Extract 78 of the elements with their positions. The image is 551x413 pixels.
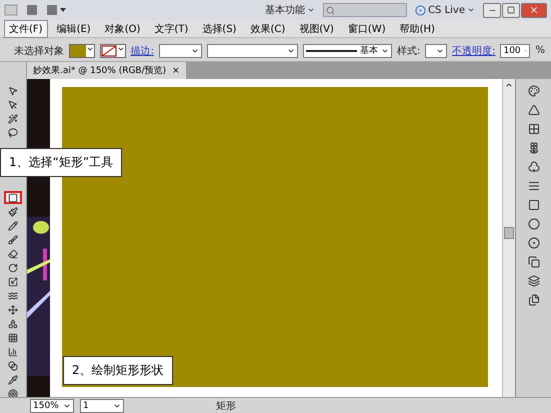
menu-item[interactable]: 文件(F) bbox=[4, 20, 48, 38]
stroke-weight-field[interactable] bbox=[159, 44, 202, 58]
rect-tool[interactable] bbox=[4, 191, 22, 204]
rotate-icon bbox=[8, 262, 18, 272]
caret-icon bbox=[307, 6, 316, 14]
selection-label: 未选择对象 bbox=[14, 44, 64, 58]
page-field[interactable]: 1 bbox=[80, 398, 124, 412]
minimize-button[interactable] bbox=[483, 2, 501, 18]
callout: 1、选择“矩形”工具 bbox=[0, 148, 122, 177]
menu-item[interactable]: 编辑(E) bbox=[52, 20, 96, 38]
percent-label: % bbox=[535, 45, 545, 56]
shapes-icon bbox=[8, 318, 18, 328]
caret-icon bbox=[467, 6, 475, 14]
status-tool-label: 矩形 bbox=[216, 400, 236, 412]
menu-item[interactable]: 视图(V) bbox=[294, 20, 339, 38]
palette-icon[interactable] bbox=[528, 85, 540, 97]
menu-item[interactable]: 效果(C) bbox=[245, 20, 290, 38]
style-dropdown[interactable] bbox=[425, 44, 448, 58]
menu-item[interactable]: 选择(S) bbox=[197, 20, 242, 38]
brush-dropdown[interactable]: 基本 bbox=[303, 44, 392, 58]
circle-icon[interactable] bbox=[528, 218, 540, 230]
variable-width-dropdown[interactable] bbox=[207, 44, 298, 58]
flower-icon[interactable] bbox=[528, 142, 540, 154]
brush-icon bbox=[8, 234, 18, 244]
no-stroke-icon bbox=[100, 44, 117, 56]
layers-icon[interactable] bbox=[528, 275, 540, 287]
search-field[interactable] bbox=[323, 3, 408, 17]
move-icon bbox=[8, 304, 18, 314]
ring-icon bbox=[415, 4, 426, 16]
menu-item[interactable]: 对象(O) bbox=[100, 20, 146, 38]
menu-item[interactable]: 帮助(H) bbox=[394, 20, 440, 38]
tab-close[interactable]: × bbox=[172, 66, 180, 76]
close-button[interactable] bbox=[521, 2, 547, 18]
rectangle-icon bbox=[8, 192, 18, 202]
lasso-icon bbox=[8, 128, 18, 138]
maximize-icon bbox=[507, 6, 515, 14]
opacity-field[interactable]: 100 bbox=[500, 44, 530, 58]
scroll-up-icon[interactable] bbox=[505, 81, 513, 89]
arrange-icon[interactable] bbox=[46, 4, 66, 16]
document-tab[interactable]: 妙效果.ai* @ 150% (RGB/预览) × bbox=[27, 62, 186, 79]
style-label: 样式: bbox=[396, 44, 420, 58]
lines-icon[interactable] bbox=[528, 180, 540, 192]
workspace-dropdown[interactable]: 基本功能 bbox=[265, 3, 316, 17]
triangle-icon[interactable] bbox=[528, 104, 540, 116]
stroke-swatch[interactable] bbox=[100, 44, 126, 58]
cs-live-button[interactable]: CS Live bbox=[415, 4, 475, 16]
scroll-thumb[interactable] bbox=[504, 227, 514, 239]
bar-chart-icon bbox=[8, 346, 18, 356]
fill-swatch[interactable] bbox=[69, 44, 95, 58]
stroke-link[interactable]: 描边: bbox=[130, 44, 154, 58]
waves-icon bbox=[8, 290, 18, 300]
zoom-dropdown[interactable]: 150% bbox=[30, 398, 74, 412]
arrow-icon bbox=[8, 86, 18, 96]
close-icon bbox=[529, 5, 539, 15]
pointer-icon bbox=[8, 100, 18, 110]
blend-icon bbox=[8, 360, 18, 370]
wand-icon bbox=[8, 114, 18, 124]
squares-icon[interactable] bbox=[528, 256, 540, 268]
eraser-icon bbox=[8, 248, 18, 258]
grid-icon bbox=[8, 332, 18, 342]
pencil-icon bbox=[8, 220, 18, 230]
menu-item[interactable]: 文字(T) bbox=[149, 20, 194, 38]
square-icon[interactable] bbox=[528, 199, 540, 211]
search-icon bbox=[326, 6, 336, 14]
bridge-icon[interactable] bbox=[26, 4, 38, 16]
maximize-button[interactable] bbox=[502, 2, 520, 18]
target-icon bbox=[8, 388, 18, 398]
menu-item[interactable]: 窗口(W) bbox=[342, 20, 391, 38]
swatches-icon[interactable] bbox=[528, 123, 540, 135]
brush-icon bbox=[8, 206, 18, 216]
scale-icon bbox=[8, 276, 18, 286]
callout: 2、绘制矩形形状 bbox=[63, 356, 173, 385]
eyedropper-icon bbox=[8, 374, 18, 384]
opacity-link[interactable]: 不透明度: bbox=[452, 44, 496, 58]
club-icon[interactable] bbox=[528, 161, 540, 173]
target-icon[interactable] bbox=[528, 237, 540, 249]
app-logo bbox=[4, 4, 18, 16]
pages-icon[interactable] bbox=[528, 294, 540, 306]
